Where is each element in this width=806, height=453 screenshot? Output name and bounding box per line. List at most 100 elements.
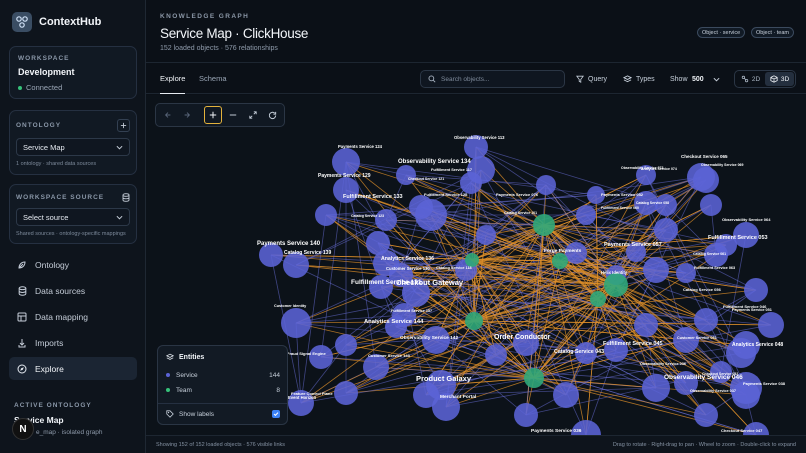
- minus-icon: [229, 114, 237, 116]
- tab-explore[interactable]: Explore: [160, 63, 186, 94]
- layers-icon: [623, 75, 632, 83]
- node-label: Event Horizon: [288, 395, 317, 400]
- status-dot-icon: [18, 85, 22, 90]
- service-node[interactable]: [553, 382, 579, 408]
- nav-data-mapping-label: Data mapping: [35, 311, 88, 322]
- service-node[interactable]: [576, 205, 596, 225]
- node-label: Fulfillment Service 157: [391, 309, 432, 313]
- nav-data-mapping[interactable]: Data mapping: [9, 305, 137, 328]
- service-node[interactable]: [413, 382, 439, 408]
- entity-service-label: Service: [176, 372, 198, 379]
- nav-ontology[interactable]: Ontology: [9, 253, 137, 276]
- service-node[interactable]: [694, 308, 718, 332]
- view-2d-button[interactable]: 2D: [736, 72, 765, 86]
- nav-explore[interactable]: Explore: [9, 357, 137, 380]
- nodes-icon: [741, 75, 749, 83]
- tab-schema[interactable]: Schema: [199, 63, 227, 94]
- service-node[interactable]: [514, 403, 538, 427]
- view-3d-button[interactable]: 3D: [765, 72, 794, 86]
- view-mode-toggle: 2D 3D: [734, 70, 796, 88]
- entities-title: Entities: [166, 353, 204, 361]
- workspace-card[interactable]: WORKSPACE Development Connected: [9, 46, 137, 99]
- badge-object-team[interactable]: Object · team: [751, 27, 795, 38]
- entity-row-service[interactable]: Service 144: [166, 372, 280, 379]
- entity-row-team[interactable]: Team 8: [166, 387, 280, 394]
- node-label: Checkout Service 052: [702, 372, 738, 376]
- nav-data-sources[interactable]: Data sources: [9, 279, 137, 302]
- add-ontology-button[interactable]: [117, 119, 130, 132]
- show-labels-checkbox[interactable]: [272, 410, 280, 418]
- show-limit-select[interactable]: 500: [692, 70, 720, 88]
- service-node[interactable]: [281, 308, 311, 338]
- assistant-button[interactable]: N: [12, 418, 34, 440]
- service-node[interactable]: [673, 327, 699, 353]
- sidebar: ContextHub WORKSPACE Development Connect…: [0, 0, 146, 453]
- team-node[interactable]: [465, 253, 479, 267]
- toolbar: Explore Schema Search objects... Query T…: [146, 62, 806, 94]
- source-select[interactable]: Select source: [16, 208, 130, 226]
- service-node[interactable]: [485, 344, 507, 366]
- service-node[interactable]: [375, 209, 397, 231]
- badge-object-service[interactable]: Object · service: [697, 27, 746, 38]
- zoom-out-button[interactable]: [224, 106, 242, 124]
- show-labels-row: Show labels: [166, 410, 280, 418]
- nav-imports[interactable]: Imports: [9, 331, 137, 354]
- team-node[interactable]: [604, 273, 628, 297]
- ontology-hint: 1 ontology · shared data sources: [16, 161, 97, 167]
- query-button[interactable]: Query: [576, 70, 607, 88]
- types-button[interactable]: Types: [623, 70, 655, 88]
- node-label: Order Conductor: [494, 334, 551, 341]
- active-ontology-sub: e_map · isolated graph: [36, 429, 103, 436]
- zoom-in-button[interactable]: [204, 106, 223, 124]
- search-input[interactable]: Search objects...: [420, 70, 565, 88]
- forward-button[interactable]: [179, 106, 197, 124]
- query-label: Query: [588, 75, 608, 83]
- reset-view-button[interactable]: [263, 106, 281, 124]
- service-node[interactable]: [654, 218, 678, 242]
- service-node[interactable]: [694, 403, 718, 427]
- app-logo[interactable]: ContextHub: [12, 12, 101, 32]
- service-node[interactable]: [332, 148, 360, 176]
- main-panel: KNOWLEDGE GRAPH Service Map · ClickHouse…: [146, 0, 806, 453]
- service-node[interactable]: [643, 257, 669, 283]
- node-label: Customer Service 143: [368, 353, 411, 358]
- database-icon: [122, 193, 130, 202]
- node-label: Fulfillment Service 053: [708, 235, 768, 241]
- service-node[interactable]: [655, 194, 677, 216]
- service-node[interactable]: [334, 381, 358, 405]
- service-node[interactable]: [309, 345, 333, 369]
- service-node[interactable]: [700, 194, 722, 216]
- database-icon: [17, 285, 27, 296]
- node-label: Observability Service 064: [722, 217, 771, 222]
- team-node[interactable]: [524, 368, 544, 388]
- team-node[interactable]: [590, 291, 606, 307]
- node-label: Fulfillment Service 117: [431, 168, 472, 172]
- service-node[interactable]: [476, 225, 496, 245]
- service-node[interactable]: [634, 313, 658, 337]
- team-node[interactable]: [552, 253, 568, 269]
- service-node[interactable]: [396, 165, 416, 185]
- show-labels-text: Show labels: [179, 410, 215, 418]
- team-node[interactable]: [465, 312, 483, 330]
- node-label: Observability Service 036: [640, 362, 686, 366]
- nav-imports-label: Imports: [35, 337, 64, 348]
- team-node[interactable]: [533, 214, 555, 236]
- expand-icon: [248, 111, 257, 119]
- back-button[interactable]: [159, 106, 177, 124]
- service-node[interactable]: [536, 175, 556, 195]
- entity-team-count: 8: [276, 387, 280, 394]
- explore-icon: [17, 364, 27, 374]
- graph-canvas[interactable]: Observability Service 113 Payments Servic…: [146, 95, 806, 435]
- service-node[interactable]: [758, 312, 784, 338]
- graph-controls: [155, 103, 285, 127]
- service-node[interactable]: [335, 334, 357, 356]
- view-2d-label: 2D: [751, 75, 761, 83]
- ontology-select[interactable]: Service Map: [16, 138, 130, 156]
- service-node[interactable]: [315, 204, 337, 226]
- service-node[interactable]: [415, 199, 447, 231]
- service-node[interactable]: [744, 278, 768, 302]
- service-node[interactable]: [693, 167, 719, 193]
- service-node[interactable]: [676, 263, 696, 283]
- fit-view-button[interactable]: [244, 106, 262, 124]
- node-label: Payments Service 124: [338, 144, 383, 149]
